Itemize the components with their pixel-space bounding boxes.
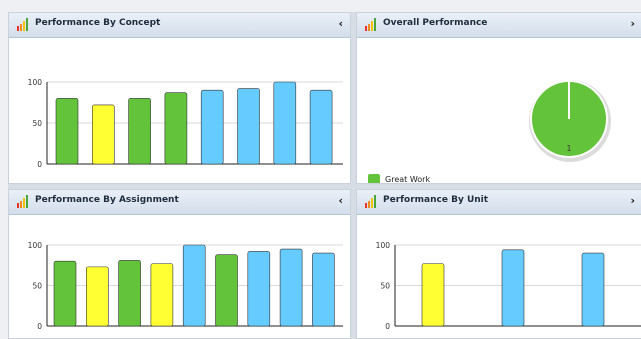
bar-chart-icon bbox=[17, 195, 28, 208]
panel-performance-by-unit: Performance By Unit › 0 50 100 bbox=[356, 189, 641, 339]
legend-swatch bbox=[368, 174, 380, 183]
vertical-splitter[interactable] bbox=[351, 12, 356, 339]
panel-header: Performance By Unit › bbox=[357, 190, 641, 215]
bar bbox=[182, 244, 206, 327]
bar bbox=[421, 263, 445, 327]
bar bbox=[279, 248, 303, 327]
bar-chart-icon bbox=[365, 18, 376, 31]
chart-performance-by-unit: 0 50 100 bbox=[376, 241, 641, 331]
y-tick-label: 50 bbox=[32, 282, 42, 291]
bar bbox=[150, 263, 174, 327]
bar bbox=[128, 98, 151, 165]
bar bbox=[215, 254, 238, 327]
bar bbox=[581, 252, 605, 327]
chart-overall-performance: 1 bbox=[529, 80, 611, 162]
bar bbox=[118, 260, 141, 327]
bar bbox=[164, 92, 188, 165]
bar bbox=[237, 88, 260, 165]
panel-title: Overall Performance bbox=[383, 18, 488, 28]
panel-title: Performance By Concept bbox=[35, 18, 161, 28]
bar bbox=[247, 251, 271, 327]
bar bbox=[200, 89, 224, 165]
chevron-right-icon[interactable]: › bbox=[630, 194, 635, 207]
panel-performance-by-assignment: Performance By Assignment ‹ 0 50 100 bbox=[8, 189, 351, 339]
bar bbox=[86, 266, 109, 327]
y-tick-label: 50 bbox=[380, 282, 390, 291]
y-tick-label: 100 bbox=[28, 78, 43, 87]
y-tick-label: 0 bbox=[37, 322, 42, 331]
y-tick-label: 100 bbox=[376, 241, 391, 250]
panel-title: Performance By Unit bbox=[383, 195, 489, 205]
pie-data-label: 1 bbox=[567, 144, 572, 153]
bar bbox=[273, 81, 297, 165]
bar bbox=[501, 249, 525, 327]
chevron-left-icon[interactable]: ‹ bbox=[338, 17, 343, 30]
legend-label: Great Work bbox=[385, 175, 431, 184]
bar bbox=[312, 252, 335, 327]
bar bbox=[92, 104, 115, 165]
chart-performance-by-concept: 0 50 100 bbox=[28, 78, 343, 169]
bar-chart-icon bbox=[17, 18, 28, 31]
bar bbox=[309, 89, 333, 165]
horizontal-splitter[interactable] bbox=[8, 184, 641, 189]
chevron-right-icon[interactable]: › bbox=[630, 17, 635, 30]
chevron-left-icon[interactable]: ‹ bbox=[338, 194, 343, 207]
chart-performance-by-assignment: 0 50 100 bbox=[28, 241, 343, 331]
y-tick-label: 50 bbox=[32, 119, 42, 128]
panel-title: Performance By Assignment bbox=[35, 195, 179, 205]
panel-performance-by-concept: Performance By Concept ‹ 0 50 100 bbox=[8, 12, 351, 184]
bar bbox=[53, 260, 77, 327]
y-tick-label: 0 bbox=[37, 160, 42, 169]
bar bbox=[55, 98, 79, 165]
y-tick-label: 0 bbox=[385, 322, 390, 331]
panel-header: Performance By Assignment ‹ bbox=[9, 190, 350, 215]
bar-chart-icon bbox=[365, 195, 376, 208]
y-tick-label: 100 bbox=[28, 241, 43, 250]
panel-header: Overall Performance › bbox=[357, 13, 641, 38]
panel-overall-performance: Overall Performance › 1 Great Work bbox=[356, 12, 641, 184]
panel-header: Performance By Concept ‹ bbox=[9, 13, 350, 38]
